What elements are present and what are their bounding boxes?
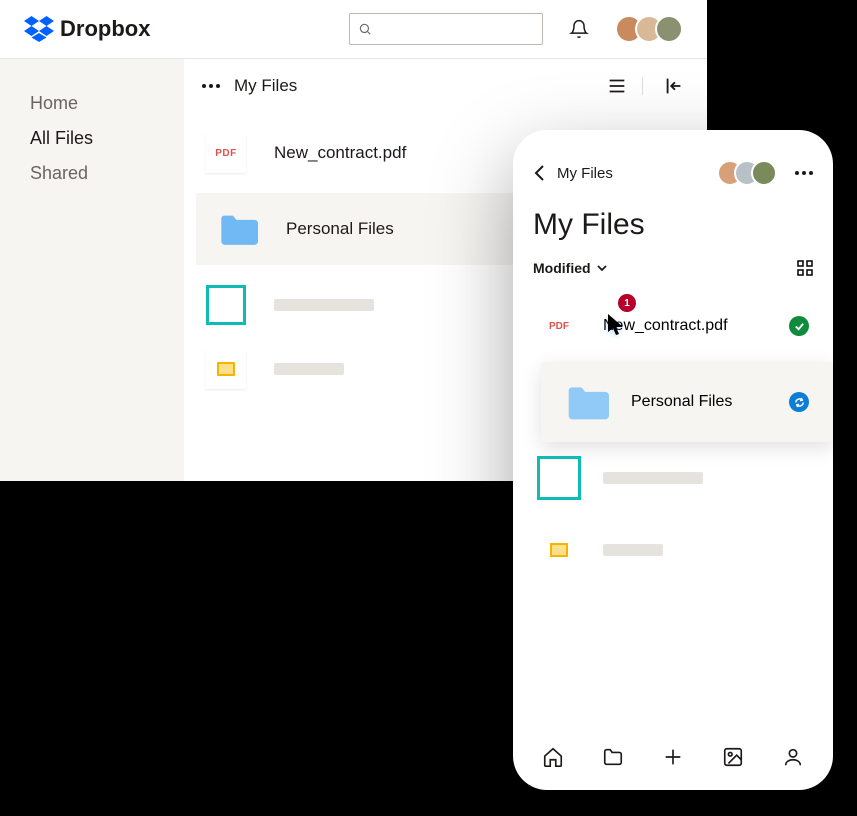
sidebar: Home All Files Shared (0, 59, 184, 481)
sort-bar: Modified (513, 252, 833, 290)
dropbox-icon (24, 16, 54, 42)
photos-tab-icon[interactable] (722, 746, 744, 768)
avatar (655, 15, 683, 43)
more-menu-icon[interactable] (202, 84, 220, 88)
content-header: My Files (184, 59, 707, 113)
status-syncing-icon (789, 392, 809, 412)
add-tab-icon[interactable] (662, 746, 684, 768)
file-name: New_contract.pdf (603, 317, 767, 335)
menu-icon[interactable] (606, 75, 628, 97)
folder-icon (565, 380, 609, 424)
search-input[interactable] (349, 13, 543, 45)
file-name-placeholder (274, 363, 344, 375)
brand-name: Dropbox (60, 16, 150, 42)
avatar (751, 160, 777, 186)
file-name-placeholder (603, 544, 663, 556)
collapse-panel-icon[interactable] (663, 75, 685, 97)
chevron-down-icon (597, 265, 607, 271)
search-icon (358, 22, 372, 36)
sort-dropdown[interactable]: Modified (533, 260, 607, 276)
pdf-icon: PDF (537, 304, 581, 348)
mobile-file-list: PDF New_contract.pdf Personal Files (513, 290, 833, 730)
status-synced-icon (789, 316, 809, 336)
sidebar-item-home[interactable]: Home (30, 93, 154, 114)
grid-view-icon[interactable] (797, 260, 813, 276)
file-name-placeholder (603, 472, 703, 484)
file-name-placeholder (274, 299, 374, 311)
notifications-icon[interactable] (569, 19, 589, 39)
image-thumbnail (537, 456, 581, 500)
drag-count-badge: 1 (618, 294, 636, 312)
file-row[interactable] (513, 442, 833, 514)
account-tab-icon[interactable] (782, 746, 804, 768)
collaborator-avatars[interactable] (726, 160, 777, 186)
file-name: Personal Files (631, 393, 767, 411)
breadcrumb[interactable]: My Files (234, 76, 297, 96)
file-row-folder[interactable]: Personal Files (541, 362, 833, 442)
mobile-tabbar (513, 730, 833, 790)
slides-icon (206, 349, 246, 389)
app-header: Dropbox (0, 0, 707, 59)
files-tab-icon[interactable] (602, 746, 624, 768)
mouse-cursor: 1 (608, 314, 626, 341)
sidebar-item-shared[interactable]: Shared (30, 163, 154, 184)
mobile-window: My Files My Files Modified PDF New_contr… (513, 130, 833, 790)
sidebar-item-all-files[interactable]: All Files (30, 128, 154, 149)
file-name: Personal Files (286, 219, 394, 239)
home-tab-icon[interactable] (542, 746, 564, 768)
file-row[interactable] (513, 514, 833, 586)
file-row[interactable]: PDF New_contract.pdf (513, 290, 833, 362)
file-name: New_contract.pdf (274, 143, 406, 163)
breadcrumb[interactable]: My Files (557, 165, 613, 182)
image-thumbnail (206, 285, 246, 325)
brand-logo[interactable]: Dropbox (24, 16, 150, 42)
mobile-header: My Files (513, 160, 833, 186)
collaborator-avatars[interactable] (615, 15, 683, 43)
folder-icon (218, 209, 258, 249)
slides-icon (537, 528, 581, 572)
pdf-icon: PDF (206, 133, 246, 173)
back-icon[interactable] (533, 164, 545, 182)
more-menu-icon[interactable] (795, 171, 813, 175)
page-title: My Files (513, 186, 833, 252)
